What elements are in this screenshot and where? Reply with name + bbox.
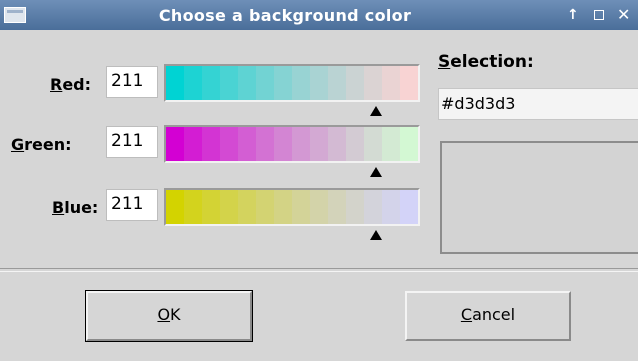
gradient-cell xyxy=(220,190,238,224)
green-label: Green: xyxy=(11,135,72,154)
gradient-cell xyxy=(202,190,220,224)
gradient-cell xyxy=(238,127,256,161)
gradient-cell xyxy=(400,190,418,224)
gradient-cell xyxy=(346,190,364,224)
gradient-cell xyxy=(166,127,184,161)
gradient-cell xyxy=(292,66,310,100)
gradient-cell xyxy=(328,190,346,224)
gradient-cell xyxy=(310,190,328,224)
gradient-cell xyxy=(328,127,346,161)
gradient-cell xyxy=(166,190,184,224)
blue-value-input[interactable]: 211 xyxy=(106,189,158,221)
gradient-cell xyxy=(382,66,400,100)
color-preview-swatch xyxy=(440,141,638,254)
gradient-cell xyxy=(292,127,310,161)
gradient-cell xyxy=(256,190,274,224)
close-icon[interactable]: ✕ xyxy=(617,7,630,23)
gradient-cell xyxy=(346,66,364,100)
red-value-input[interactable]: 211 xyxy=(106,66,158,98)
gradient-cell xyxy=(184,66,202,100)
gradient-cell xyxy=(364,190,382,224)
gradient-cell xyxy=(238,190,256,224)
red-slider-marker[interactable] xyxy=(369,106,382,116)
blue-gradient-slider[interactable] xyxy=(164,188,420,226)
gradient-cell xyxy=(400,127,418,161)
gradient-cell xyxy=(274,127,292,161)
red-gradient-slider[interactable] xyxy=(164,64,420,102)
window-title: Choose a background color xyxy=(158,6,412,25)
title-bar[interactable]: Choose a background color ↑ ✕ xyxy=(0,0,638,30)
button-separator xyxy=(0,268,638,272)
gradient-cell xyxy=(328,66,346,100)
gradient-cell xyxy=(220,127,238,161)
ok-button[interactable]: OK xyxy=(85,290,253,342)
gradient-cell xyxy=(184,127,202,161)
gradient-cell xyxy=(220,66,238,100)
up-arrow-icon[interactable]: ↑ xyxy=(567,7,579,23)
selection-input[interactable]: #d3d3d3 xyxy=(438,88,638,120)
selection-label: Selection: xyxy=(438,52,534,72)
gradient-cell xyxy=(364,127,382,161)
green-gradient-slider[interactable] xyxy=(164,125,420,163)
cancel-button[interactable]: Cancel xyxy=(405,291,571,341)
green-slider-marker[interactable] xyxy=(369,167,382,177)
gradient-cell xyxy=(364,66,382,100)
gradient-cell xyxy=(400,66,418,100)
gradient-cell xyxy=(166,66,184,100)
gradient-cell xyxy=(274,66,292,100)
gradient-cell xyxy=(382,127,400,161)
gradient-cell xyxy=(184,190,202,224)
blue-slider-marker[interactable] xyxy=(369,230,382,240)
gradient-cell xyxy=(202,127,220,161)
red-label: Red: xyxy=(50,75,92,94)
gradient-cell xyxy=(238,66,256,100)
gradient-cell xyxy=(256,66,274,100)
gradient-cell xyxy=(274,190,292,224)
gradient-cell xyxy=(310,66,328,100)
gradient-cell xyxy=(202,66,220,100)
blue-label: Blue: xyxy=(52,198,99,217)
maximize-icon[interactable] xyxy=(594,10,604,20)
gradient-cell xyxy=(310,127,328,161)
gradient-cell xyxy=(256,127,274,161)
gradient-cell xyxy=(382,190,400,224)
gradient-cell xyxy=(346,127,364,161)
green-value-input[interactable]: 211 xyxy=(106,126,158,158)
gradient-cell xyxy=(292,190,310,224)
